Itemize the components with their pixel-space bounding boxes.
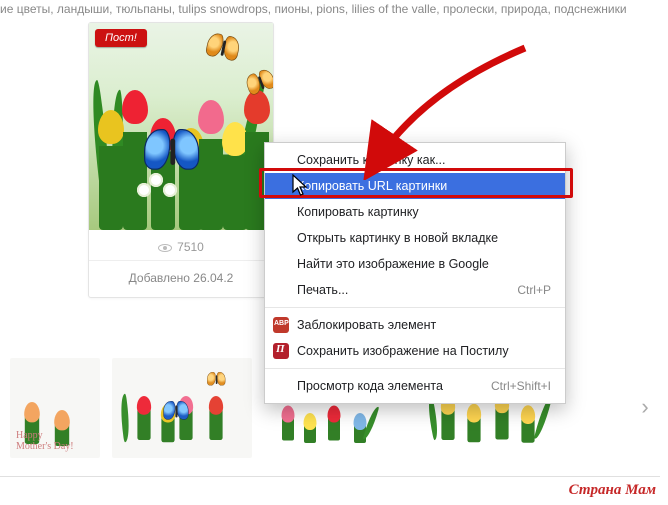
ctx-inspect[interactable]: Просмотр кода элементаCtrl+Shift+I	[265, 373, 565, 399]
card-main-image[interactable]: Пост!	[89, 23, 273, 230]
eye-icon	[158, 244, 172, 252]
post-badge: Пост!	[95, 29, 147, 47]
ctx-save-image-as[interactable]: Сохранить картинку как...	[265, 147, 565, 173]
abp-icon	[273, 317, 289, 333]
thumbnail[interactable]: HappyMother's Day!	[10, 358, 100, 458]
flowers-illustration	[89, 23, 273, 230]
ctx-copy-image[interactable]: Копировать картинку	[265, 199, 565, 225]
tags-line: ие цветы, ландыши, тюльпаны, tulips snow…	[0, 0, 668, 20]
ctx-print[interactable]: Печать...Ctrl+P	[265, 277, 565, 303]
thumbnail[interactable]	[112, 358, 252, 458]
shortcut-label: Ctrl+P	[517, 283, 551, 297]
footer-divider	[0, 476, 660, 477]
carousel-next-icon[interactable]: ›	[634, 396, 656, 418]
card-views: 7510	[89, 230, 273, 261]
views-count: 7510	[177, 240, 204, 254]
ctx-open-new-tab[interactable]: Открыть картинку в новой вкладке	[265, 225, 565, 251]
butterfly-icon	[144, 129, 204, 177]
image-card: Пост! 7510 Доба	[88, 22, 274, 298]
card-date: Добавлено 26.04.2	[89, 261, 273, 297]
shortcut-label: Ctrl+Shift+I	[491, 379, 551, 393]
watermark: Страна Мам	[569, 482, 656, 499]
butterfly-icon	[204, 32, 244, 67]
ctx-adblock-block[interactable]: Заблокировать элемент	[265, 312, 565, 338]
ctx-search-google[interactable]: Найти это изображение в Google	[265, 251, 565, 277]
postila-icon	[273, 343, 289, 359]
context-menu: Сохранить картинку как... Копировать URL…	[264, 142, 566, 404]
ctx-copy-image-url[interactable]: Копировать URL картинки	[265, 173, 565, 199]
ctx-save-to-postila[interactable]: Сохранить изображение на Постилу	[265, 338, 565, 364]
